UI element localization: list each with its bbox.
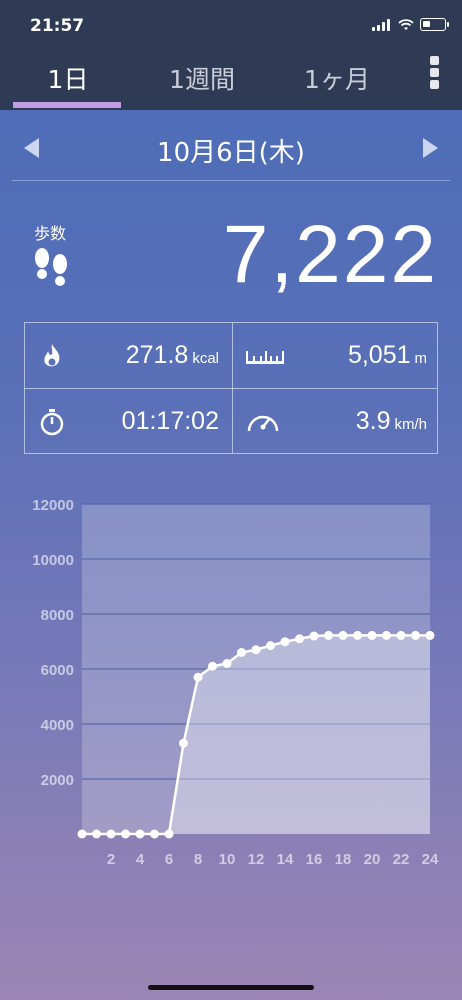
signal-icon	[372, 18, 392, 31]
data-point	[367, 630, 377, 640]
x-tick-label: 4	[136, 851, 145, 868]
data-point	[150, 829, 159, 839]
tab-bar: 1日 1週間 1ヶ月	[0, 56, 462, 110]
next-day-icon[interactable]	[423, 138, 438, 158]
fire-icon	[44, 344, 60, 367]
distance-unit: m	[414, 350, 428, 367]
x-tick-label: 14	[277, 851, 294, 868]
speed-value: 3.9	[355, 407, 391, 435]
data-point	[425, 630, 435, 640]
distance-cell: 5,051 m	[233, 323, 439, 388]
y-tick-label: 10000	[32, 552, 74, 569]
footprints-icon	[35, 248, 67, 286]
x-tick-label: 22	[393, 851, 410, 868]
data-point	[280, 637, 290, 647]
steps-count: 7,222	[222, 209, 438, 300]
tab-week[interactable]: 1週間	[160, 60, 244, 96]
x-tick-label: 24	[422, 851, 439, 868]
data-point	[411, 630, 420, 640]
data-point	[179, 738, 188, 748]
header: 21:57 1日 1週間 1ヶ月	[0, 0, 462, 110]
date-navigator: 10月6日(木)	[0, 126, 462, 172]
calories-cell: 271.8 kcal	[25, 323, 231, 388]
speedometer-icon	[247, 415, 279, 432]
x-tick-label: 10	[219, 851, 236, 868]
data-point	[237, 648, 246, 657]
data-point	[338, 630, 348, 640]
y-tick-label: 12000	[32, 497, 74, 514]
data-point	[135, 829, 145, 839]
wifi-icon	[398, 18, 414, 30]
home-indicator	[148, 985, 314, 990]
data-point	[324, 630, 333, 640]
steps-label: 歩数	[34, 224, 67, 243]
x-tick-label: 12	[248, 851, 265, 868]
data-point	[382, 630, 391, 640]
time-cell: 01:17:02	[25, 389, 231, 454]
speed-cell: 3.9 km/h	[233, 389, 439, 454]
time-value: 01:17:02	[121, 407, 219, 435]
calories-value: 271.8	[125, 341, 189, 369]
distance-value: 5,051	[347, 341, 411, 369]
data-point	[92, 829, 101, 839]
status-time: 21:57	[30, 16, 85, 36]
divider	[12, 180, 450, 181]
data-point	[251, 645, 261, 655]
y-tick-label: 6000	[41, 662, 74, 679]
data-point	[396, 630, 406, 640]
x-tick-label: 8	[194, 851, 202, 868]
current-date: 10月6日(木)	[157, 138, 305, 168]
stopwatch-icon	[40, 409, 64, 436]
battery-icon	[420, 18, 449, 31]
x-tick-label: 2	[107, 851, 115, 868]
data-point	[309, 631, 319, 641]
ruler-icon	[246, 351, 284, 364]
speed-unit: km/h	[394, 416, 427, 433]
steps-chart-svg: 200040006000800010000120002 4 6 8 10 12 14 16 18…	[32, 497, 439, 868]
x-tick-label: 16	[306, 851, 323, 868]
data-point	[106, 829, 116, 839]
data-point	[353, 630, 362, 640]
data-point	[266, 641, 275, 651]
tab-month[interactable]: 1ヶ月	[296, 60, 378, 96]
calories-unit: kcal	[192, 350, 219, 367]
data-point	[164, 829, 174, 839]
data-point	[295, 634, 304, 644]
active-tab-indicator	[13, 102, 121, 108]
data-point	[121, 829, 130, 839]
stats-grid: 271.8 kcal 5,051 m 01:17:02 3.9 km/h	[24, 322, 438, 454]
x-tick-label: 18	[335, 851, 352, 868]
data-point	[208, 661, 217, 671]
data-point	[193, 672, 203, 682]
steps-chart: 2000 4000 6000 8000 10000 12000 2 4 6 8 10 12 14 16 18…	[0, 488, 462, 878]
x-tick-label: 6	[165, 851, 173, 868]
y-tick-label: 8000	[41, 607, 74, 624]
y-tick-label: 2000	[41, 772, 74, 789]
status-icons	[372, 18, 449, 31]
tab-day[interactable]: 1日	[42, 60, 94, 96]
data-point	[222, 659, 232, 668]
x-tick-label: 20	[364, 851, 381, 868]
menu-icon[interactable]	[430, 56, 440, 92]
y-tick-label: 4000	[41, 717, 74, 734]
data-point	[77, 829, 87, 839]
